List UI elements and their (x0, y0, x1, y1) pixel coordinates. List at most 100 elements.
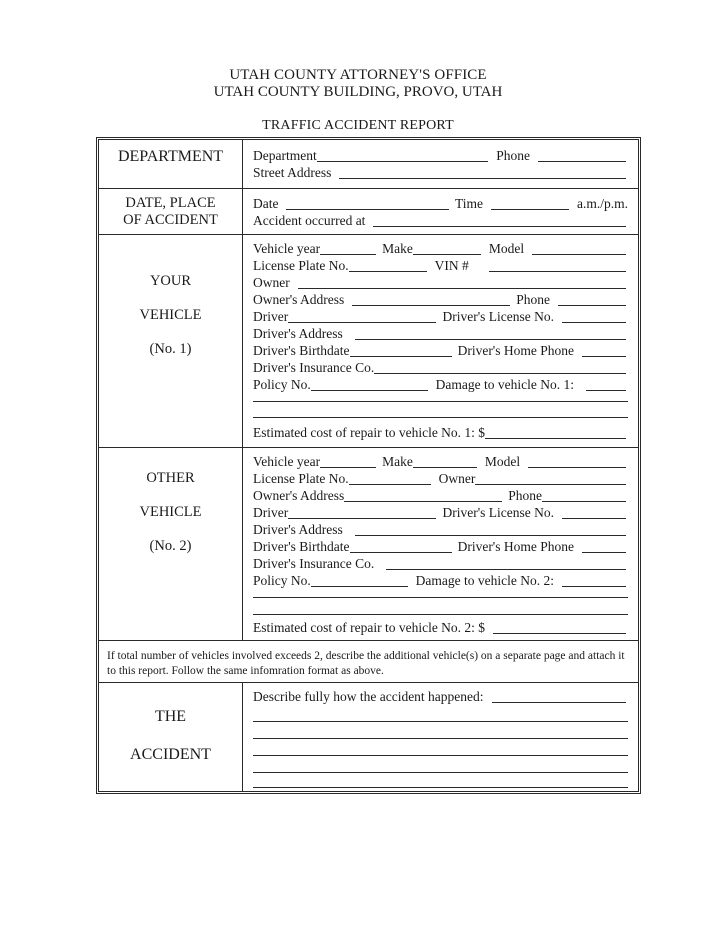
v1-model-label: Model (488, 241, 525, 256)
v2-owner-address-label: Owner's Address (253, 488, 345, 503)
v2-make-label: Make (382, 454, 413, 469)
v2-owner-blank[interactable] (475, 473, 626, 485)
v2-birthdate-blank[interactable] (349, 541, 452, 553)
form-title: TRAFFIC ACCIDENT REPORT (262, 118, 454, 133)
v1-damage-line-2[interactable] (253, 417, 628, 418)
occurred-at-row: Accident occurred at (253, 213, 628, 229)
v1-damage-line-1[interactable] (253, 401, 628, 402)
v1-license-blank[interactable] (562, 311, 626, 323)
describe-line-3[interactable] (253, 755, 628, 756)
v2-driver-address-label: Driver's Address (253, 522, 343, 537)
v2-home-phone-blank[interactable] (582, 541, 626, 553)
department-row: Department Phone (253, 148, 628, 164)
v2-make-blank[interactable] (412, 456, 477, 468)
v1-plate-label: License Plate No. (253, 258, 349, 273)
your-vehicle-section: YOUR VEHICLE (No. 1) Vehicle year Make M… (99, 235, 638, 448)
v2-year-make-model-row: Vehicle year Make Model (253, 454, 628, 470)
v1-owner-address-row: Owner's Address Phone (253, 292, 628, 308)
v2-year-label: Vehicle year (253, 454, 321, 469)
street-address-blank[interactable] (339, 167, 626, 179)
v2-phone-label: Phone (508, 488, 542, 503)
accident-label-cell: THE ACCIDENT (99, 683, 243, 791)
v2-damage-line-2[interactable] (253, 614, 628, 615)
describe-line-4[interactable] (253, 772, 628, 773)
street-address-row: Street Address (253, 165, 628, 181)
v1-birthdate-blank[interactable] (349, 345, 452, 357)
v2-model-blank[interactable] (528, 456, 626, 468)
v1-policy-damage-row: Policy No. Damage to vehicle No. 1: (253, 377, 628, 393)
your-vehicle-label-line3: (No. 1) (149, 341, 192, 357)
v1-estimated-cost-row: Estimated cost of repair to vehicle No. … (253, 425, 628, 441)
date-label: Date (253, 196, 279, 211)
v2-driver-address-blank[interactable] (354, 524, 626, 536)
v1-year-blank[interactable] (320, 243, 377, 255)
office-heading: UTAH COUNTY ATTORNEY'S OFFICE (229, 67, 487, 83)
v2-damage-line-1[interactable] (253, 597, 628, 598)
v1-vin-blank[interactable] (488, 260, 626, 272)
v2-year-blank[interactable] (320, 456, 377, 468)
v1-estimated-cost-blank[interactable] (485, 427, 626, 439)
accident-content: Describe fully how the accident happened… (244, 683, 638, 791)
describe-line-1[interactable] (253, 721, 628, 722)
other-vehicle-section: OTHER VEHICLE (No. 2) Vehicle year Make … (99, 448, 638, 641)
date-blank[interactable] (286, 198, 449, 210)
v1-insurance-row: Driver's Insurance Co. (253, 360, 628, 376)
v1-owner-blank[interactable] (297, 277, 626, 289)
describe-line-5[interactable] (253, 787, 628, 788)
v1-driver-blank[interactable] (288, 311, 437, 323)
v1-model-blank[interactable] (532, 243, 626, 255)
date-place-section: DATE, PLACE OF ACCIDENT Date Time a.m./p… (99, 189, 638, 235)
department-phone-blank[interactable] (538, 150, 626, 162)
v2-owner-address-blank[interactable] (344, 490, 503, 502)
v1-birthdate-row: Driver's Birthdate Driver's Home Phone (253, 343, 628, 359)
v1-birthdate-label: Driver's Birthdate (253, 343, 350, 358)
accident-label-line2: ACCIDENT (130, 746, 211, 763)
describe-label: Describe fully how the accident happened… (253, 689, 484, 704)
v2-driver-blank[interactable] (288, 507, 437, 519)
v1-make-blank[interactable] (412, 243, 481, 255)
v1-phone-label: Phone (516, 292, 550, 307)
v2-driver-address-row: Driver's Address (253, 522, 628, 538)
describe-blank[interactable] (491, 691, 626, 703)
v2-insurance-blank[interactable] (386, 558, 626, 570)
v2-phone-blank[interactable] (542, 490, 626, 502)
v2-plate-blank[interactable] (348, 473, 431, 485)
v2-policy-blank[interactable] (310, 575, 408, 587)
v1-home-phone-blank[interactable] (582, 345, 626, 357)
v1-estimated-cost-label: Estimated cost of repair to vehicle No. … (253, 425, 486, 440)
v1-phone-blank[interactable] (558, 294, 626, 306)
your-vehicle-content: Vehicle year Make Model License Plate No… (244, 235, 638, 447)
v2-birthdate-label: Driver's Birthdate (253, 539, 350, 554)
occurred-at-blank[interactable] (373, 215, 626, 227)
v1-owner-row: Owner (253, 275, 628, 291)
building-heading: UTAH COUNTY BUILDING, PROVO, UTAH (213, 84, 503, 100)
describe-line-2[interactable] (253, 738, 628, 739)
v1-policy-blank[interactable] (310, 379, 428, 391)
accident-section: THE ACCIDENT Describe fully how the acci… (99, 683, 638, 791)
date-place-label-line1: DATE, PLACE (125, 195, 216, 211)
other-vehicle-label-cell: OTHER VEHICLE (No. 2) (99, 448, 243, 640)
v1-owner-address-blank[interactable] (352, 294, 511, 306)
v2-damage-blank[interactable] (562, 575, 626, 587)
v1-year-make-model-row: Vehicle year Make Model (253, 241, 628, 257)
additional-vehicles-note: If total number of vehicles involved exc… (107, 650, 625, 677)
v1-plate-blank[interactable] (348, 260, 427, 272)
v2-driver-label: Driver (253, 505, 289, 520)
other-vehicle-content: Vehicle year Make Model License Plate No… (244, 448, 638, 640)
v1-driver-address-blank[interactable] (354, 328, 626, 340)
v1-damage-blank[interactable] (586, 379, 626, 391)
other-vehicle-label-line1: OTHER (146, 470, 195, 486)
v2-estimated-cost-blank[interactable] (493, 622, 626, 634)
your-vehicle-label-cell: YOUR VEHICLE (No. 1) (99, 235, 243, 447)
v2-license-blank[interactable] (562, 507, 626, 519)
v1-damage-label: Damage to vehicle No. 1: (435, 377, 574, 392)
v1-insurance-blank[interactable] (374, 362, 626, 374)
time-blank[interactable] (491, 198, 569, 210)
v1-year-label: Vehicle year (253, 241, 321, 256)
department-field-blank[interactable] (316, 150, 489, 162)
v1-insurance-label: Driver's Insurance Co. (253, 360, 375, 375)
other-vehicle-label-line3: (No. 2) (149, 538, 192, 554)
time-label: Time (454, 196, 483, 211)
date-place-label-line2: OF ACCIDENT (123, 212, 218, 228)
v1-vin-label: VIN # (434, 258, 469, 273)
